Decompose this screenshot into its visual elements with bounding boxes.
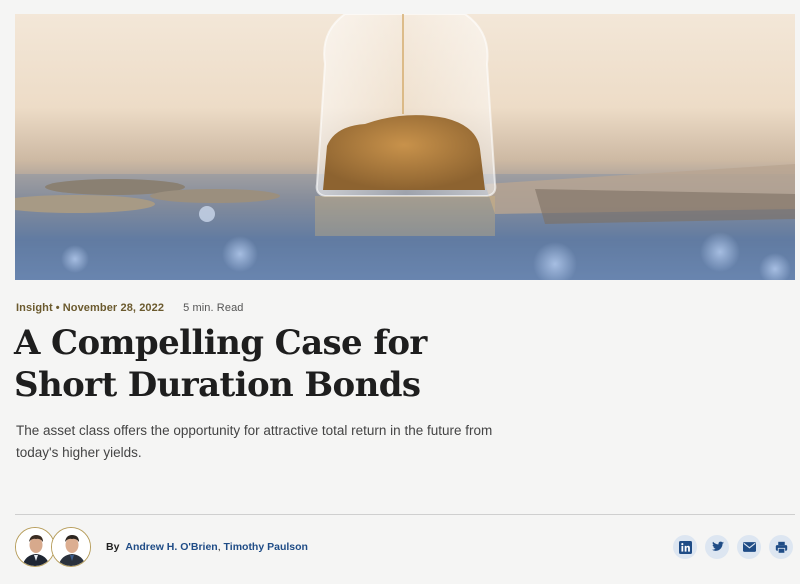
email-share-button[interactable]: [737, 535, 761, 559]
article-page: Insight • November 28, 2022 5 min. Read …: [0, 0, 800, 584]
linkedin-share-button[interactable]: [673, 535, 697, 559]
hero-image: [15, 14, 795, 280]
article-date: November 28, 2022: [62, 302, 165, 314]
twitter-icon: [711, 541, 724, 551]
article-category[interactable]: Insight: [16, 302, 53, 314]
meta-separator: •: [55, 302, 60, 314]
author-avatars: [15, 527, 91, 569]
author-link-1[interactable]: Andrew H. O'Brien: [125, 541, 217, 553]
byline-prefix: By: [106, 541, 120, 553]
byline-joiner: ,: [217, 541, 221, 553]
read-time: 5 min. Read: [183, 302, 244, 314]
article-title: A Compelling Case for Short Duration Bon…: [14, 323, 427, 405]
twitter-share-button[interactable]: [705, 535, 729, 559]
print-icon: [775, 541, 787, 554]
avatar[interactable]: [15, 527, 55, 567]
author-link-2[interactable]: Timothy Paulson: [224, 541, 308, 553]
email-icon: [742, 542, 756, 552]
print-button[interactable]: [769, 535, 793, 559]
byline: By Andrew H. O'Brien, Timothy Paulson: [106, 541, 308, 553]
share-buttons: [673, 535, 793, 559]
avatar[interactable]: [51, 527, 91, 567]
linkedin-icon: [678, 540, 692, 554]
article-dek: The asset class offers the opportunity f…: [16, 423, 493, 460]
article-meta: Insight • November 28, 2022 5 min. Read: [16, 302, 244, 314]
divider: [15, 514, 795, 515]
